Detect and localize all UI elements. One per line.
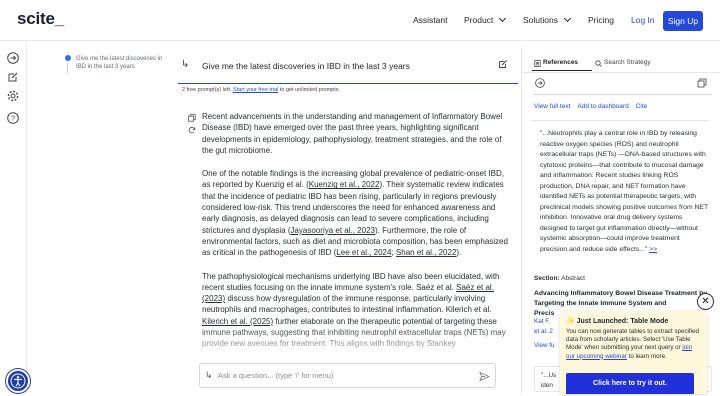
close-popup-button[interactable]: ✕ [697, 293, 714, 310]
panel-tabs: References Search Strategy [522, 55, 720, 72]
nav-assistant[interactable]: Assistant [413, 15, 448, 25]
nav-pricing[interactable]: Pricing [588, 15, 614, 25]
reply-arrow-icon: ↳ [181, 59, 190, 70]
section-key: Section: [534, 275, 560, 282]
nav-product[interactable]: Product [464, 14, 507, 25]
scite-logo[interactable]: scite_ [17, 9, 64, 29]
answer-text: The pathophysiological mechanisms underl… [202, 271, 500, 292]
tab-search-label: Search Strategy [604, 59, 651, 66]
free-prompt-note: 2 free prompt(s) left. Start your free t… [182, 87, 340, 93]
new-chat-icon[interactable] [7, 71, 19, 83]
cite-link[interactable]: Cite [636, 103, 648, 110]
expand-quote-link[interactable]: >> [649, 246, 657, 253]
history-item[interactable]: Give me the latest discoveries in IBD in… [76, 55, 168, 71]
nav-pricing-label: Pricing [588, 15, 614, 25]
reply-arrow-icon: ↳ [205, 370, 213, 380]
tabs-divider [522, 72, 720, 73]
history-active-dot [65, 55, 71, 61]
reference-quote: "...Neutrophils play a central role in I… [540, 129, 708, 255]
signup-button[interactable]: Sign Up [663, 11, 703, 31]
try-table-mode-button[interactable]: Click here to try it out. [566, 373, 694, 394]
add-to-dashboard-link[interactable]: Add to dashboard [577, 103, 628, 110]
nav-solutions-label: Solutions [523, 15, 558, 25]
paper-title-text-cont: Precis [534, 310, 555, 317]
nav-product-label: Product [464, 15, 494, 25]
prompt-note-text: 2 free prompt(s) left. [182, 87, 234, 93]
paper-title-text: Advancing Inflammatory Bowel Disease Tre… [534, 290, 707, 307]
chevron-down-icon [563, 14, 572, 23]
top-header: scite_ Assistant Product Solutions Prici… [0, 0, 720, 41]
left-rail: ? [0, 41, 27, 394]
send-icon[interactable] [479, 371, 490, 382]
query-divider [178, 83, 518, 84]
edit-icon[interactable] [498, 59, 508, 69]
view-full-text-link[interactable]: View full text [534, 103, 570, 110]
citation-link[interactable]: Shan et al., 2022 [396, 248, 457, 257]
citation-link[interactable]: Jayasooriya et al., 2023 [290, 226, 375, 235]
section-value: Abstract [561, 275, 585, 282]
gear-icon[interactable] [7, 90, 19, 102]
copy-icon[interactable] [697, 78, 707, 88]
view-full-text-link[interactable]: View fu [534, 342, 555, 349]
collapse-arrow-icon[interactable] [7, 52, 19, 64]
answer-text: ). [456, 248, 462, 258]
paper-authors[interactable]: Kat F. [534, 318, 550, 325]
ask-input[interactable] [218, 369, 468, 382]
prompt-note-text-end: to get unlimited prompts. [278, 87, 341, 93]
login-link[interactable]: Log In [631, 15, 655, 25]
announcement-popup: ✨ Just Launched: Table Mode You can now … [560, 311, 707, 394]
accessibility-button[interactable] [6, 369, 30, 393]
answer-fade [178, 326, 518, 361]
reference-divider [530, 120, 710, 121]
help-icon[interactable]: ? [7, 112, 19, 124]
query-title: Give me the latest discoveries in IBD in… [202, 61, 410, 71]
section-label: Section: Abstract [534, 275, 585, 282]
tab-references[interactable]: References [532, 55, 592, 71]
popup-text: You can now generate tables to extract s… [566, 328, 699, 352]
answer-text: discuss how dysregulation of the immune … [202, 294, 492, 315]
popup-body: You can now generate tables to extract s… [566, 328, 702, 361]
tab-references-label: References [543, 59, 579, 66]
accessibility-icon [10, 373, 26, 389]
card-top-border [534, 94, 712, 95]
document-icon [534, 60, 541, 67]
citation-link[interactable]: Lee et al., 2024 [336, 248, 391, 257]
login-label: Log In [631, 15, 655, 25]
paper-authors-cont[interactable]: et al. 2 [534, 328, 553, 335]
answer-body: Recent advancements in the understanding… [202, 111, 514, 362]
history-connector [67, 63, 68, 73]
tab-search-strategy[interactable]: Search Strategy [595, 55, 651, 71]
copy-icon[interactable] [188, 114, 196, 122]
answer-paragraph-1: Recent advancements in the understanding… [202, 112, 503, 155]
nav-solutions[interactable]: Solutions [523, 14, 572, 25]
quote-text: iden [541, 382, 553, 389]
quote-text: "...Neutrophils play a central role in I… [540, 130, 708, 253]
popup-title: ✨ Just Launched: Table Mode [566, 318, 669, 325]
quote-text: "...Us [541, 372, 557, 379]
free-trial-link[interactable]: Start your free trial [233, 87, 278, 93]
collapse-arrow-icon[interactable] [535, 78, 545, 88]
reference-actions: View full text Add to dashboard Cite [534, 103, 647, 110]
citation-link[interactable]: Kuenzig et al., 2022 [309, 180, 380, 189]
chevron-down-icon [499, 14, 507, 23]
answer-paragraph-2: One of the notable findings is the incre… [202, 168, 514, 258]
search-icon [595, 60, 602, 67]
popup-text-end: to learn more. [626, 352, 667, 360]
nav-assistant-label: Assistant [413, 15, 448, 25]
svg-text:?: ? [11, 116, 15, 123]
refresh-icon[interactable] [188, 126, 196, 134]
ask-box: ↳ [199, 363, 496, 388]
citation-link[interactable]: Kilerich et al. (2025) [202, 317, 273, 326]
